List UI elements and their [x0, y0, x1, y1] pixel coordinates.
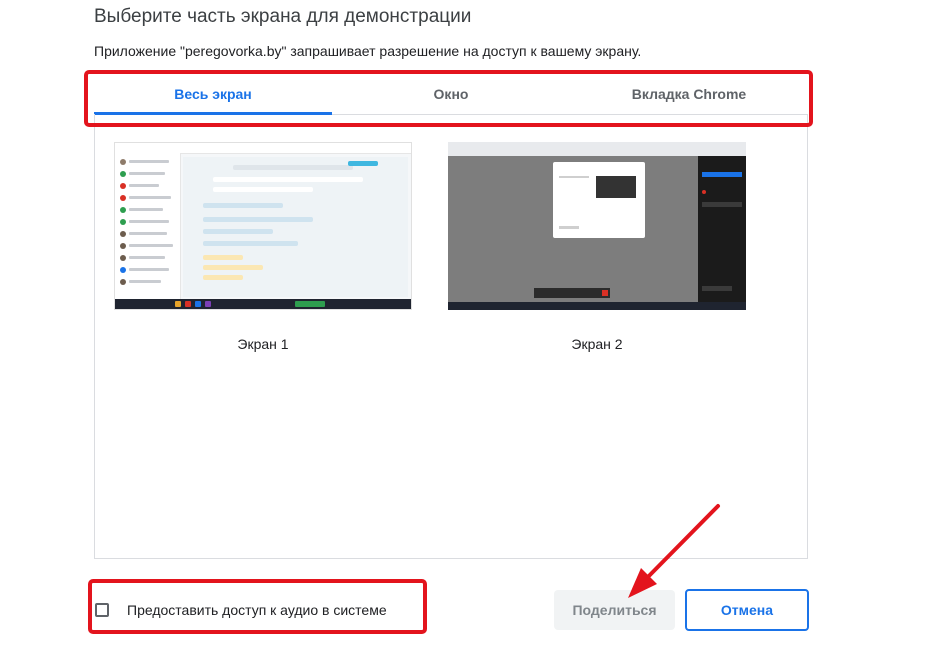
tab-entire-screen[interactable]: Весь экран — [94, 78, 332, 114]
thumb-contacts-list — [115, 153, 181, 301]
thumb-chat-area — [183, 157, 408, 297]
screen-list-panel: Экран 1 Экран 2 — [94, 114, 808, 559]
screen-2-label: Экран 2 — [571, 336, 623, 352]
thumb-browser-bar — [448, 142, 746, 156]
source-tabs: Весь экран Окно Вкладка Chrome — [94, 78, 808, 115]
share-audio-checkbox[interactable] — [95, 603, 109, 617]
cancel-button[interactable]: Отмена — [685, 589, 809, 631]
thumb-call-controls — [534, 288, 610, 298]
dialog-subtitle: Приложение "peregovorka.by" запрашивает … — [94, 43, 642, 59]
thumb-taskbar — [115, 299, 411, 309]
share-button[interactable]: Поделиться — [554, 590, 675, 630]
thumb-taskbar — [448, 302, 746, 310]
thumb-dialog — [553, 162, 645, 238]
screen-1-label: Экран 1 — [237, 336, 289, 352]
tab-chrome-tab[interactable]: Вкладка Chrome — [570, 78, 808, 114]
screen-2-thumbnail[interactable] — [448, 142, 746, 310]
thumb-side-panel — [698, 156, 746, 302]
share-audio-label: Предоставить доступ к аудио в системе — [127, 602, 387, 618]
screen-1-thumbnail[interactable] — [114, 142, 412, 310]
dialog-title: Выберите часть экрана для демонстрации — [94, 6, 472, 27]
tab-window[interactable]: Окно — [332, 78, 570, 114]
share-audio-checkbox-row[interactable]: Предоставить доступ к аудио в системе — [95, 598, 387, 622]
